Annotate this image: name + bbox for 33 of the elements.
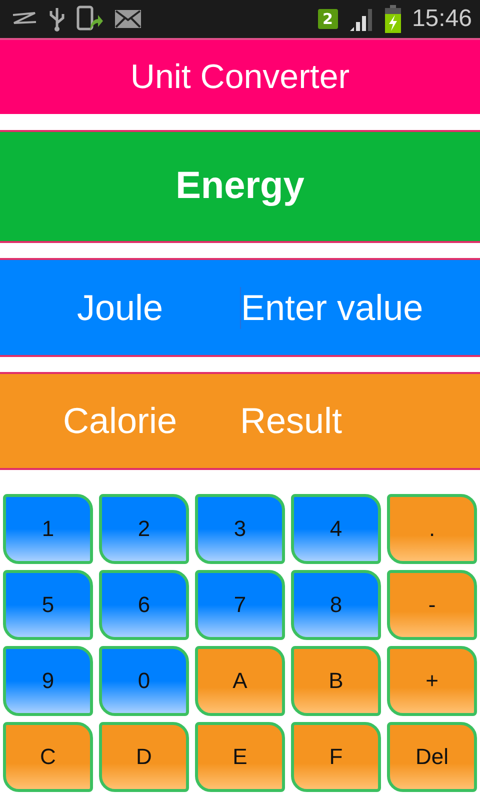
keypad-key[interactable]: F (291, 722, 381, 792)
keypad-key[interactable]: 9 (3, 646, 93, 716)
keypad-key[interactable]: A (195, 646, 285, 716)
keypad-key[interactable]: C (3, 722, 93, 792)
keypad-key[interactable]: E (195, 722, 285, 792)
keypad-key[interactable]: 3 (195, 494, 285, 564)
sim-badge: 2 (318, 9, 338, 29)
keypad-key[interactable]: 8 (291, 570, 381, 640)
keypad-key[interactable]: + (387, 646, 477, 716)
unit-selector[interactable]: Joule (0, 286, 240, 328)
keypad-key[interactable]: 4 (291, 494, 381, 564)
phone-arrow-icon (76, 5, 104, 33)
keypad-key[interactable]: 2 (99, 494, 189, 564)
mail-icon (114, 9, 142, 29)
keypad-key[interactable]: Del (387, 722, 477, 792)
pen-icon (10, 11, 38, 27)
value-input-field[interactable]: Enter value (240, 286, 471, 328)
keypad-key[interactable]: 0 (99, 646, 189, 716)
keypad-key[interactable]: - (387, 570, 477, 640)
keypad-key[interactable]: B (291, 646, 381, 716)
result-text: Result (240, 400, 342, 442)
keypad-key[interactable]: 6 (99, 570, 189, 640)
usb-icon (48, 6, 66, 32)
battery-charging-icon (384, 5, 402, 33)
keypad-key[interactable]: 5 (3, 570, 93, 640)
keypad-key[interactable]: 7 (195, 570, 285, 640)
keypad-key[interactable]: 1 (3, 494, 93, 564)
keypad-key[interactable]: . (387, 494, 477, 564)
category-selector[interactable]: Energy (176, 165, 304, 208)
clock-time: 15:46 (412, 5, 472, 33)
signal-icon (348, 7, 374, 31)
keypad-key[interactable]: D (99, 722, 189, 792)
app-title: Unit Converter (130, 58, 350, 96)
